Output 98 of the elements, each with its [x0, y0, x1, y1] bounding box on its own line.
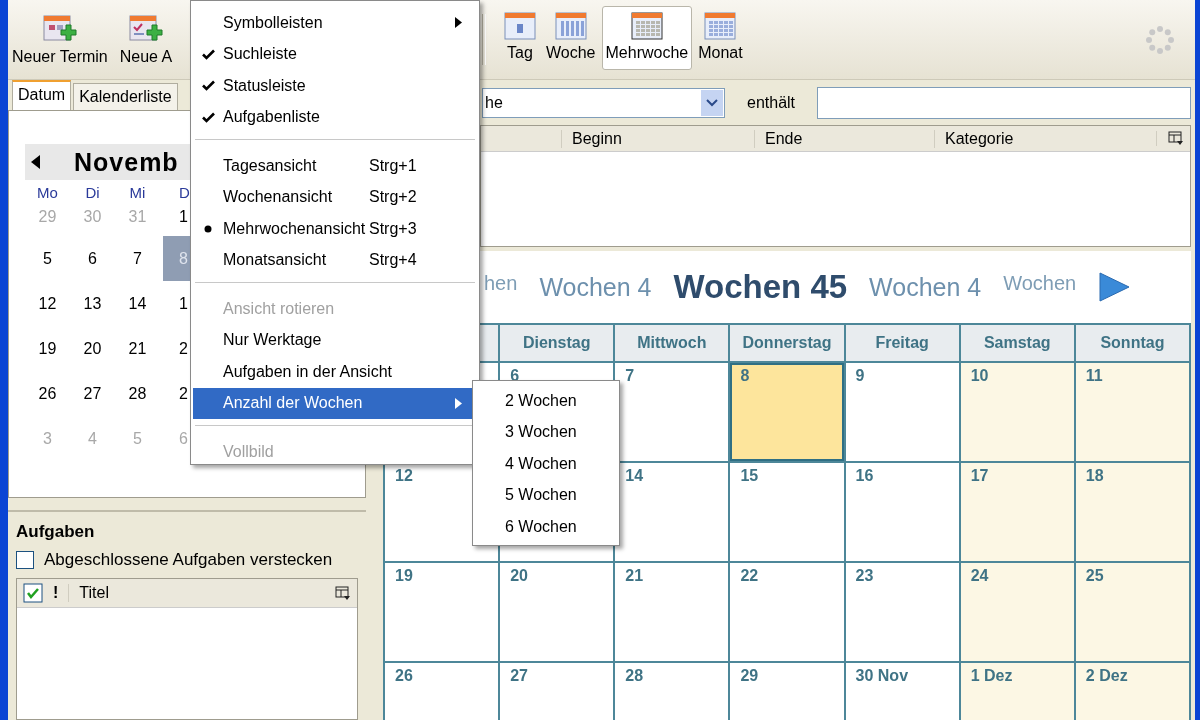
column-header[interactable]: Kategorie	[934, 129, 1156, 148]
day-cell[interactable]: 25	[1075, 563, 1189, 661]
submenu-arrow-icon	[455, 397, 462, 409]
day-cell[interactable]: 11	[1075, 363, 1189, 461]
menu-item[interactable]: Statusleiste	[193, 70, 477, 102]
spinner-icon	[1145, 24, 1175, 55]
weekday-label: Mo	[36, 184, 59, 203]
date-cell[interactable]: 19	[25, 326, 70, 371]
toolbar-button[interactable]: Monat	[694, 6, 747, 70]
weekday-header: Freitag	[845, 325, 959, 361]
menu-item[interactable]: Nur Werktage	[193, 324, 477, 356]
day-cell[interactable]: 1 Dez	[960, 663, 1074, 720]
calendar-icon	[630, 11, 663, 41]
day-cell[interactable]: 27	[500, 663, 614, 720]
checkbox-label: Abgeschlossene Aufgaben verstecken	[44, 550, 333, 570]
date-cell[interactable]: 7	[115, 236, 160, 281]
weekday-header: Sonntag	[1075, 325, 1189, 361]
column-picker-icon[interactable]	[335, 585, 351, 601]
section-title: Aufgaben	[16, 522, 96, 542]
tab[interactable]: Datum	[12, 80, 72, 110]
calendar-icon	[504, 11, 536, 41]
checkbox[interactable]	[16, 551, 34, 569]
column-header[interactable]: Beginn	[561, 129, 754, 148]
checkmark-icon	[201, 80, 215, 92]
toolbar-button[interactable]: Tag	[500, 6, 540, 70]
day-cell[interactable]: 28	[615, 663, 729, 720]
next-icon[interactable]	[1098, 272, 1131, 302]
date-cell[interactable]: 26	[25, 371, 70, 416]
day-cell[interactable]: 21	[615, 563, 729, 661]
weekday-header: Dienstag	[500, 325, 614, 361]
date-cell[interactable]: 1	[160, 206, 191, 236]
submenu-arrow-icon	[455, 17, 462, 29]
chevron-down-icon	[706, 98, 718, 107]
calendar-icon	[704, 11, 737, 41]
date-cell[interactable]: 20	[70, 326, 115, 371]
day-cell[interactable]: 24	[960, 563, 1074, 661]
completed-column-icon	[23, 583, 43, 603]
weekday-header: Donnerstag	[730, 325, 844, 361]
date-cell[interactable]: 21	[115, 326, 160, 371]
month-title: Novemb	[74, 147, 179, 177]
weekday-header: Mittwoch	[615, 325, 729, 361]
checkmark-icon	[201, 48, 215, 60]
menu-item[interactable]: Wochenansicht Strg+2	[193, 181, 477, 213]
checkmark-icon	[201, 111, 215, 123]
day-cell[interactable]: 8	[730, 363, 844, 461]
day-cell[interactable]: 10	[960, 363, 1074, 461]
week-range-label[interactable]: Wochen 45	[673, 268, 848, 306]
date-cell[interactable]: 14	[115, 281, 160, 326]
date-cell[interactable]: 12	[25, 281, 70, 326]
previous-month-icon[interactable]	[31, 155, 40, 169]
weekday-label: D	[178, 184, 191, 203]
day-cell[interactable]: 14	[615, 463, 729, 561]
date-cell[interactable]: 1	[160, 281, 191, 326]
menu-item[interactable]: Symbolleisten	[193, 7, 477, 39]
menu-item[interactable]: Aufgaben in der Ansicht	[193, 356, 477, 388]
search-field-dropdown[interactable]: he	[482, 87, 725, 118]
priority-header[interactable]: !	[53, 584, 59, 602]
weekday-label: Mi	[128, 184, 147, 203]
day-cell[interactable]: 22	[730, 563, 844, 661]
date-cell[interactable]: 2	[160, 326, 191, 371]
day-cell[interactable]: 30 Nov	[845, 663, 959, 720]
day-cell[interactable]: 23	[845, 563, 959, 661]
menu-item[interactable]: Aufgabenliste	[193, 101, 477, 133]
column-picker-icon[interactable]	[1168, 131, 1184, 146]
date-cell[interactable]: 27	[70, 371, 115, 416]
column-header[interactable]: Titel	[68, 584, 325, 602]
menu-item[interactable]: Tagesansicht Strg+1	[193, 150, 477, 182]
column-header[interactable]: Ende	[754, 129, 934, 148]
day-cell[interactable]: 2 Dez	[1075, 663, 1189, 720]
calendar-icon	[554, 11, 587, 41]
toolbar-button[interactable]: Woche	[542, 6, 600, 70]
date-cell[interactable]: 2	[160, 371, 191, 416]
toolbar-button[interactable]: Neue A	[115, 8, 177, 72]
day-cell[interactable]: 17	[960, 463, 1074, 561]
day-cell[interactable]: 20	[500, 563, 614, 661]
menu-item[interactable]: Suchleiste	[193, 38, 477, 70]
weekday-header: Samstag	[960, 325, 1074, 361]
day-cell[interactable]: 16	[845, 463, 959, 561]
day-cell[interactable]: 29	[730, 663, 844, 720]
date-cell[interactable]: 13	[70, 281, 115, 326]
weekday-label: Di	[84, 184, 101, 203]
menu-item[interactable]: Monatsansicht Strg+4	[193, 244, 477, 276]
date-cell[interactable]: 28	[115, 371, 160, 416]
day-cell[interactable]: 19	[385, 563, 499, 661]
radio-dot-icon	[204, 224, 212, 233]
search-input[interactable]	[817, 86, 1191, 119]
toolbar-button[interactable]: Neuer Termin	[8, 8, 112, 72]
day-cell[interactable]: 7	[615, 363, 729, 461]
tab[interactable]: Kalenderliste	[73, 83, 178, 110]
date-cell[interactable]: 6	[70, 236, 115, 281]
date-cell[interactable]: 5	[25, 236, 70, 281]
toolbar-button[interactable]: Mehrwoche	[601, 6, 693, 70]
day-cell[interactable]: 15	[730, 463, 844, 561]
day-cell[interactable]: 9	[845, 363, 959, 461]
day-cell[interactable]: 18	[1075, 463, 1189, 561]
day-cell[interactable]: 26	[385, 663, 499, 720]
menu-item[interactable]: Mehrwochenansicht Strg+3	[193, 213, 477, 245]
condition-label: enthält	[747, 93, 796, 112]
